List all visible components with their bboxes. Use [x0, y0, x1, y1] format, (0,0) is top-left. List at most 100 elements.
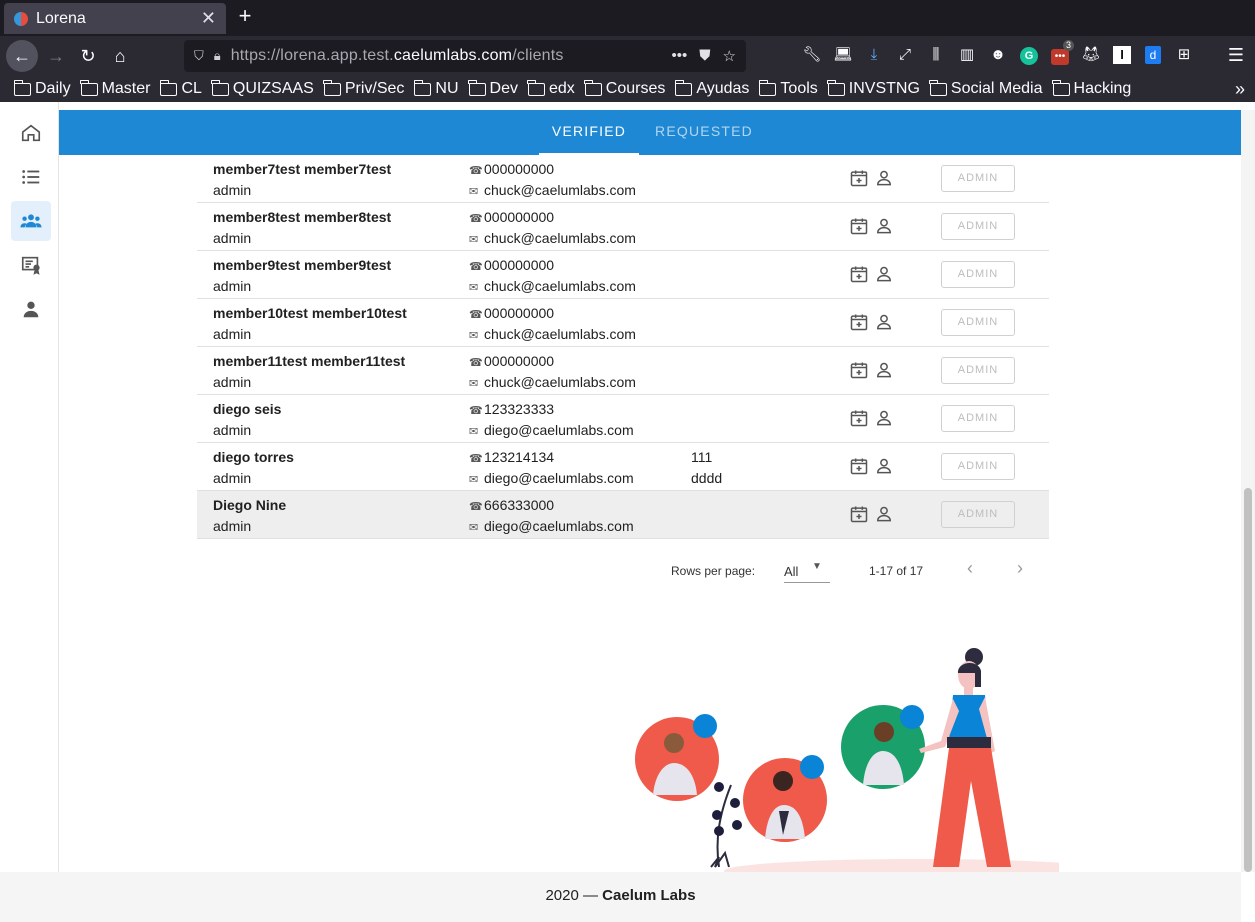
sidebar-icon[interactable]: ▥ — [955, 42, 979, 68]
expand-icon[interactable]: ⤢ — [893, 42, 917, 68]
bookmark-folder[interactable]: NU — [413, 79, 459, 98]
rows-per-page-select[interactable]: All ▼ — [784, 559, 830, 583]
admin-button[interactable]: ADMIN — [941, 501, 1015, 528]
client-phone: ☎000000000 — [469, 305, 555, 321]
person-outline-icon[interactable] — [874, 312, 894, 332]
calendar-add-icon[interactable] — [849, 360, 869, 380]
calendar-add-icon[interactable] — [849, 312, 869, 332]
reload-icon[interactable]: ↻ — [72, 40, 104, 72]
bookmark-folder[interactable]: edx — [527, 79, 575, 98]
laptop-icon[interactable]: 💻︎ — [831, 42, 855, 68]
browser-nav-bar: ← → ↻ ⌂ ⛉ 🔒︎ https://lorena.app.test.cae… — [0, 36, 1255, 76]
close-tab-icon[interactable]: ✕ — [201, 8, 216, 29]
calendar-add-icon[interactable] — [849, 264, 869, 284]
bookmark-folder[interactable]: Social Media — [929, 79, 1043, 98]
person-outline-icon[interactable] — [874, 504, 894, 524]
table-row[interactable]: member10test member10test admin ☎000000000… — [197, 299, 1049, 347]
table-row[interactable]: member7test member7test admin ☎000000000 ✉ c… — [197, 155, 1049, 203]
ublock-icon[interactable]: ••• 3 — [1048, 40, 1074, 68]
wrench-icon[interactable]: 🔧︎ — [800, 42, 824, 68]
folder-icon — [674, 79, 693, 96]
bookmarks-bar: Daily Master CL QUIZSAAS Priv/Sec NU Dev edx Cou… — [0, 76, 1255, 102]
person-outline-icon[interactable] — [874, 216, 894, 236]
bookmark-folder[interactable]: INVSTNG — [827, 79, 920, 98]
bookmark-folder[interactable]: CL — [159, 79, 202, 98]
new-tab-button[interactable]: + — [232, 4, 258, 30]
person-outline-icon[interactable] — [874, 360, 894, 380]
admin-button[interactable]: ADMIN — [941, 405, 1015, 432]
left-navigation — [0, 102, 59, 872]
url-text[interactable]: https://lorena.app.test.caelumlabs.com/c… — [231, 47, 672, 65]
shield-icon[interactable]: ⛉ — [194, 48, 204, 64]
bookmark-label: Master — [101, 80, 151, 97]
client-extra-2: dddd — [691, 470, 723, 486]
bookmark-star-icon[interactable]: ☆ — [723, 47, 736, 65]
folder-icon — [1052, 79, 1070, 96]
calendar-add-icon[interactable] — [849, 216, 869, 236]
bookmark-folder[interactable]: Priv/Sec — [323, 79, 404, 98]
account-icon[interactable]: ☻ — [986, 42, 1010, 68]
lock-icon[interactable]: 🔒︎ — [214, 48, 221, 64]
admin-button[interactable]: ADMIN — [941, 165, 1015, 192]
bookmark-folder[interactable]: Dev — [468, 79, 518, 98]
grammarly-icon[interactable]: G — [1017, 42, 1041, 68]
nav-certificate-icon[interactable] — [11, 245, 51, 285]
hamburger-menu-icon[interactable]: ☰ — [1224, 42, 1248, 68]
scrollbar-thumb[interactable] — [1244, 488, 1252, 872]
url-bar[interactable]: ⛉ 🔒︎ https://lorena.app.test.caelumlabs.… — [184, 40, 746, 72]
mail-icon: ✉ — [469, 186, 479, 198]
calendar-add-icon[interactable] — [849, 456, 869, 476]
bookmark-folder[interactable]: QUIZSAAS — [211, 79, 314, 98]
table-row[interactable]: member8test member8test admin ☎000000000 ✉ c… — [197, 203, 1049, 251]
person-outline-icon[interactable] — [874, 168, 894, 188]
table-row[interactable]: member11test member11test admin ☎000000000… — [197, 347, 1049, 395]
bookmark-folder[interactable]: Hacking — [1052, 79, 1131, 98]
nav-group-icon[interactable] — [11, 201, 51, 241]
tab-verified[interactable]: VERIFIED — [539, 110, 639, 155]
home-icon[interactable]: ⌂ — [104, 40, 136, 72]
admin-button[interactable]: ADMIN — [941, 453, 1015, 480]
page-scrollbar[interactable] — [1241, 110, 1255, 872]
calendar-add-icon[interactable] — [849, 168, 869, 188]
mail-icon: ✉ — [469, 474, 479, 486]
back-arrow-icon[interactable]: ← — [6, 40, 38, 72]
client-name: diego seis — [213, 401, 282, 417]
more-actions-icon[interactable]: ••• — [672, 47, 688, 65]
person-outline-icon[interactable] — [874, 408, 894, 428]
client-phone: ☎000000000 — [469, 257, 555, 273]
tab-requested[interactable]: REQUESTED — [649, 110, 759, 155]
admin-button[interactable]: ADMIN — [941, 261, 1015, 288]
bookmark-folder[interactable]: Tools — [758, 79, 818, 98]
forward-arrow-icon[interactable]: → — [40, 40, 72, 72]
table-row[interactable]: member9test member9test admin ☎000000000 ✉ c… — [197, 251, 1049, 299]
nav-person-icon[interactable] — [11, 289, 51, 329]
table-row[interactable]: diego seis admin ☎123323333 ✉ diego@caelumla… — [197, 395, 1049, 443]
duckduckgo-icon[interactable]: d — [1141, 42, 1165, 68]
bookmark-folder[interactable]: Ayudas — [674, 79, 749, 98]
nav-home-icon[interactable] — [11, 113, 51, 153]
admin-button[interactable]: ADMIN — [941, 309, 1015, 336]
bookmark-folder[interactable]: Daily — [13, 79, 71, 98]
bookmark-folder[interactable]: Courses — [584, 79, 665, 98]
admin-button[interactable]: ADMIN — [941, 357, 1015, 384]
browser-tab[interactable]: Lorena ✕ — [4, 3, 226, 34]
person-outline-icon[interactable] — [874, 456, 894, 476]
bookmarks-overflow-icon[interactable]: » — [1235, 76, 1245, 102]
pocket-icon[interactable]: ⛊ — [699, 47, 710, 65]
clients-content: member7test member7test admin ☎000000000 ✉ c… — [59, 155, 1241, 872]
next-page-icon[interactable]: › — [1017, 558, 1023, 579]
library-icon[interactable]: ⫼ — [924, 42, 948, 68]
nav-list-icon[interactable] — [11, 157, 51, 197]
prev-page-icon[interactable]: ‹ — [967, 558, 973, 579]
table-row[interactable]: Diego Nine admin ☎666333000 ✉ diego@caelumla… — [197, 491, 1049, 539]
metamask-icon[interactable]: 🦊︎ — [1079, 42, 1103, 68]
instapaper-icon[interactable]: I — [1110, 42, 1134, 68]
add-extension-icon[interactable]: ⊞ — [1172, 42, 1196, 68]
download-icon[interactable]: ⤓ — [862, 42, 886, 68]
person-outline-icon[interactable] — [874, 264, 894, 284]
admin-button[interactable]: ADMIN — [941, 213, 1015, 240]
calendar-add-icon[interactable] — [849, 408, 869, 428]
bookmark-folder[interactable]: Master — [80, 79, 151, 98]
table-row[interactable]: diego torres admin ☎123214134 ✉ diego@caelum… — [197, 443, 1049, 491]
calendar-add-icon[interactable] — [849, 504, 869, 524]
